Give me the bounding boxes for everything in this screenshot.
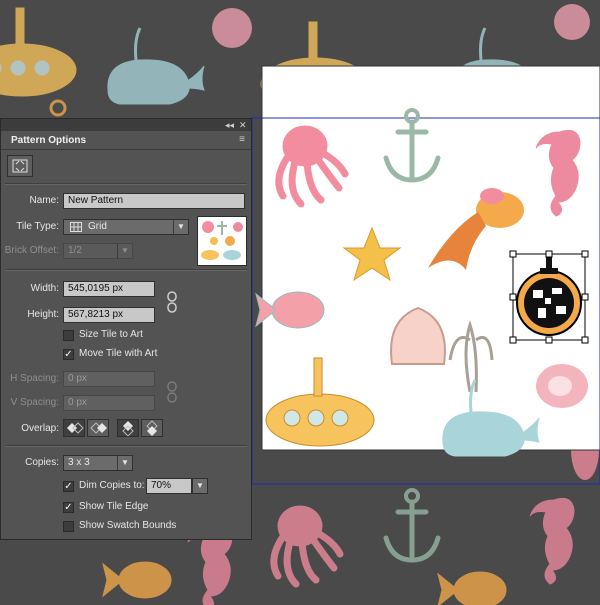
pattern-options-panel: ◂◂ ✕ Pattern Options ≡ Name: New Pattern… [0, 118, 252, 540]
copies-select[interactable]: 3 x 3 ▼ [63, 455, 133, 471]
chevron-down-icon: ▼ [117, 456, 132, 470]
overlap-top-in-front-button[interactable] [117, 419, 139, 437]
snail-shell-motif [536, 364, 588, 408]
chevron-down-icon: ▼ [173, 220, 188, 234]
chevron-down-icon: ▼ [117, 244, 132, 258]
collapse-panel-icon[interactable]: ◂◂ [225, 119, 234, 131]
pattern-options-tab[interactable]: Pattern Options [5, 133, 93, 149]
show-swatch-bounds-checkbox[interactable] [63, 521, 74, 532]
name-field[interactable]: New Pattern [63, 193, 245, 209]
overlap-left-in-front-button[interactable] [63, 419, 85, 437]
show-tile-edge-checkbox[interactable]: ✓ [63, 502, 74, 513]
brick-offset-select[interactable]: 1/2 ▼ [63, 243, 133, 259]
link-spacing-icon[interactable] [165, 381, 179, 403]
overlap-bottom-in-front-button[interactable] [141, 419, 163, 437]
name-label: Name: [29, 195, 59, 206]
size-tile-to-art-label: Size Tile to Art [79, 329, 143, 340]
separator [5, 269, 247, 271]
brick-offset-value: 1/2 [68, 245, 82, 256]
copies-label: Copies: [25, 457, 59, 468]
grid-icon [70, 222, 82, 232]
panel-menu-icon[interactable]: ≡ [239, 134, 245, 145]
size-tile-to-art-checkbox[interactable] [63, 330, 74, 341]
overlap-bottom-icon [146, 420, 158, 436]
separator [5, 183, 247, 185]
pattern-tile-tool-icon [12, 159, 28, 173]
brick-offset-label: Brick Offset: [4, 245, 59, 256]
link-dimensions-icon[interactable] [165, 291, 179, 313]
tile-type-select[interactable]: Grid ▼ [63, 219, 189, 235]
dim-copies-dropdown[interactable]: ▼ [192, 478, 208, 494]
tile-type-label: Tile Type: [16, 221, 59, 232]
show-swatch-bounds-label: Show Swatch Bounds [79, 520, 177, 531]
v-spacing-label: V Spacing: [10, 397, 59, 408]
swatch-thumbnail-image [201, 221, 243, 260]
pattern-swatch-preview [197, 216, 247, 266]
overlap-left-icon [67, 422, 84, 434]
width-label: Width: [30, 283, 59, 294]
overlap-label: Overlap: [21, 423, 59, 434]
move-tile-with-art-checkbox[interactable]: ✓ [63, 349, 74, 360]
show-tile-edge-label: Show Tile Edge [79, 501, 149, 512]
dim-copies-field[interactable]: 70% [146, 478, 192, 494]
chevron-down-icon: ▼ [196, 481, 204, 490]
v-spacing-field[interactable]: 0 px [63, 395, 155, 411]
dim-copies-label: Dim Copies to: [79, 480, 145, 491]
height-field[interactable]: 567,8213 px [63, 307, 155, 323]
height-label: Height: [27, 309, 59, 320]
overlap-right-in-front-button[interactable] [87, 419, 109, 437]
panel-top-strip: ◂◂ ✕ [1, 119, 251, 131]
close-panel-icon[interactable]: ✕ [239, 119, 247, 131]
tile-type-value: Grid [88, 221, 107, 232]
h-spacing-field[interactable]: 0 px [63, 371, 155, 387]
move-tile-with-art-label: Move Tile with Art [79, 348, 158, 359]
width-field[interactable]: 545,0195 px [63, 281, 155, 297]
panel-title-bar: Pattern Options ≡ [1, 131, 251, 150]
pattern-tile-tool-button[interactable] [7, 155, 33, 177]
separator [5, 445, 247, 447]
h-spacing-label: H Spacing: [10, 373, 59, 384]
overlap-right-icon [90, 422, 107, 434]
overlap-top-icon [122, 421, 134, 437]
dim-copies-checkbox[interactable]: ✓ [63, 481, 74, 492]
copies-value: 3 x 3 [68, 457, 90, 468]
